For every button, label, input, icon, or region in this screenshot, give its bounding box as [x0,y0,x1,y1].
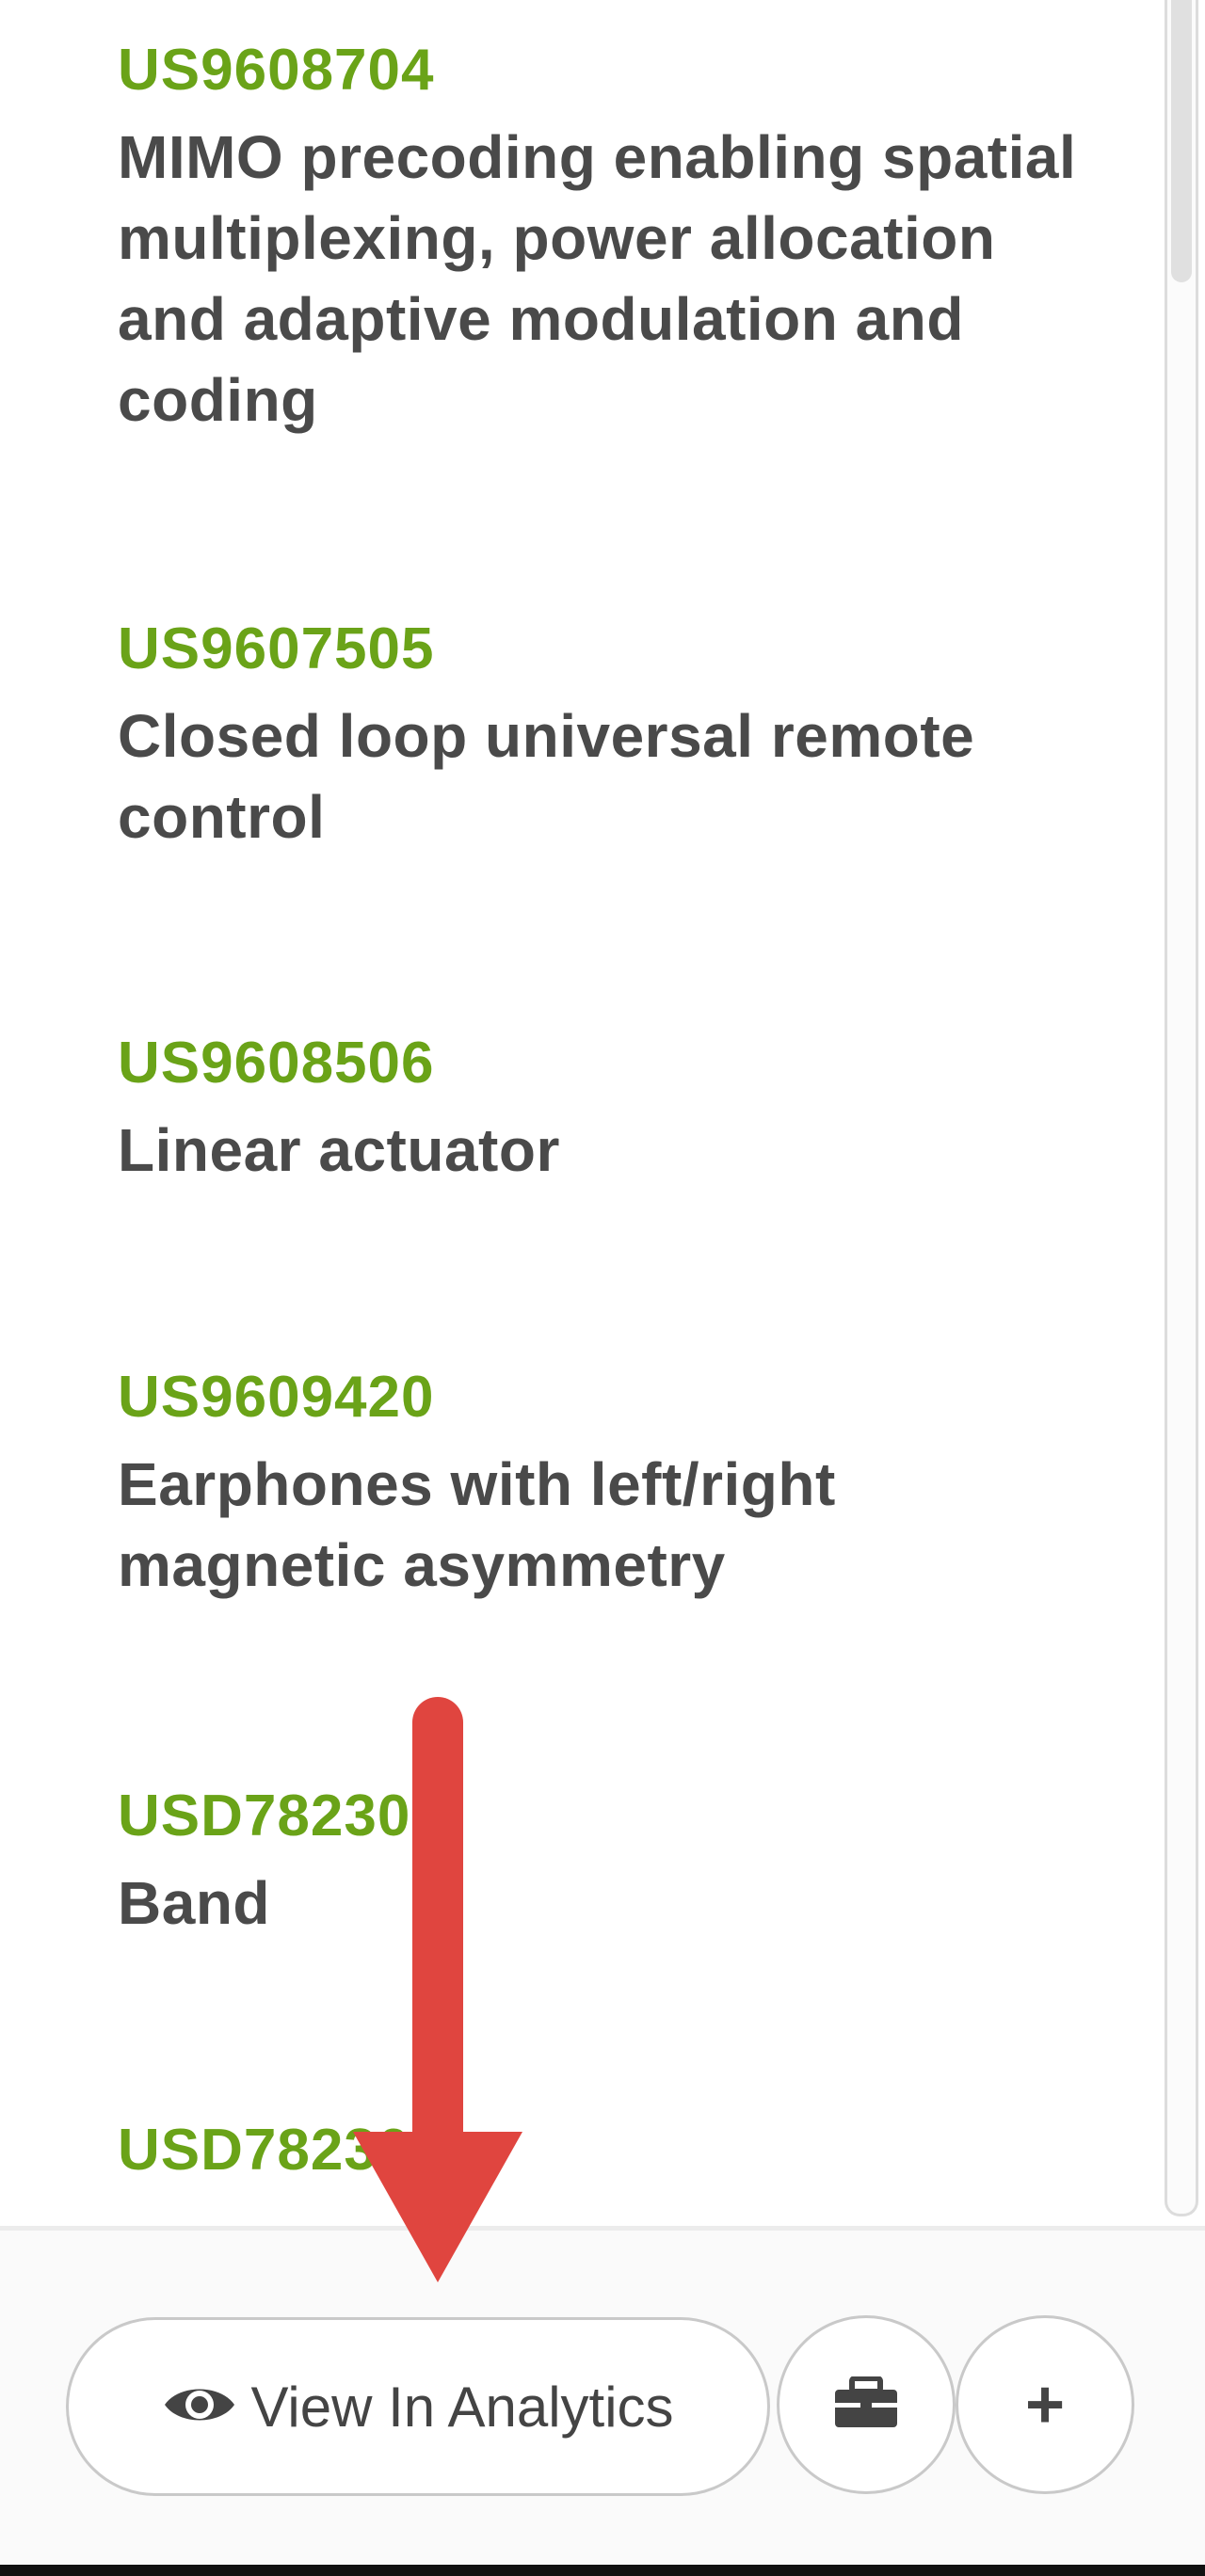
list-item[interactable]: US9609420 Earphones with left/right magn… [118,1365,1106,1606]
patent-title: Earphones with left/right magnetic asymm… [118,1450,836,1599]
patent-title: Closed loop universal remote control [118,702,975,851]
plus-icon: + [1024,2367,1066,2442]
eye-icon-svg [165,2389,235,2420]
list-item[interactable]: US9607505 Closed loop universal remote c… [118,616,1106,857]
patent-title: Linear actuator [118,1116,560,1184]
action-footer: View In Analytics + [0,2226,1205,2565]
patent-title: MIMO precoding enabling spatial multiple… [118,123,1077,434]
patent-id[interactable]: US9609420 [118,1365,1106,1431]
page: US9608704 MIMO precoding enabling spatia… [0,0,1205,2576]
patent-list: US9608704 MIMO precoding enabling spatia… [0,0,1167,2226]
bottom-edge [0,2565,1205,2576]
briefcase-button[interactable] [777,2315,956,2494]
scrollbar-thumb[interactable] [1171,0,1192,282]
list-item[interactable]: US9608704 MIMO precoding enabling spatia… [118,38,1106,440]
patent-id[interactable]: US9607505 [118,616,1106,682]
list-item[interactable]: USD782308 Band [118,1784,1106,1944]
add-button[interactable]: + [956,2315,1134,2494]
scrollbar[interactable] [1165,0,1198,2216]
list-item[interactable]: US9608506 Linear actuator [118,1031,1106,1191]
view-in-analytics-label: View In Analytics [250,2375,674,2439]
list-item[interactable]: USD782309 [118,2118,1106,2197]
patent-title: Band [118,1869,270,1937]
briefcase-icon [833,2375,899,2434]
patent-id[interactable]: USD782309 [118,2118,1106,2184]
eye-icon [162,2381,237,2433]
patent-id[interactable]: US9608704 [118,38,1106,104]
patent-id[interactable]: USD782308 [118,1784,1106,1849]
briefcase-icon-svg [835,2375,897,2427]
view-in-analytics-button[interactable]: View In Analytics [66,2317,770,2496]
patent-id[interactable]: US9608506 [118,1031,1106,1096]
